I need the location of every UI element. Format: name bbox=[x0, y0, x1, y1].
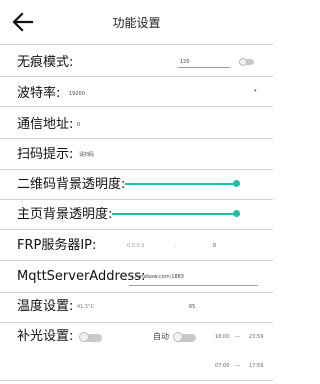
divider bbox=[0, 380, 273, 381]
frp-port-input[interactable]: 0 bbox=[213, 243, 216, 250]
divider bbox=[0, 138, 273, 139]
traceless-mode-input[interactable]: 120 bbox=[180, 59, 190, 66]
temperature-label: 温度设置: bbox=[17, 299, 74, 314]
mqtt-input-underline bbox=[129, 285, 258, 286]
divider bbox=[0, 44, 273, 45]
auto-label: 自动 bbox=[153, 332, 169, 341]
fill-time-start-1[interactable]: 18:00 bbox=[215, 334, 229, 341]
fill-time-end-1[interactable]: 23:59 bbox=[249, 334, 263, 341]
baud-rate-label: 波特率: bbox=[17, 86, 61, 101]
time-dash: — bbox=[235, 363, 240, 369]
qr-bg-opacity-slider[interactable] bbox=[125, 183, 240, 185]
comm-address-label: 通信地址: bbox=[17, 117, 74, 132]
scan-tip-label: 扫码提示: bbox=[17, 147, 74, 162]
temperature-input[interactable]: 65 bbox=[189, 304, 195, 311]
traceless-input-underline bbox=[178, 67, 230, 68]
mqtt-server-address-input[interactable]: s.hafafasw.com:1883 bbox=[131, 274, 184, 281]
qr-bg-opacity-label: 二维码背景透明度: bbox=[17, 177, 126, 192]
fill-time-end-2[interactable]: 17:59 bbox=[249, 363, 263, 370]
mqtt-server-address-label: MqttServerAddress: bbox=[17, 269, 146, 284]
toggle-knob bbox=[239, 58, 247, 66]
fill-light-toggle[interactable] bbox=[79, 332, 102, 342]
home-bg-opacity-slider[interactable] bbox=[112, 213, 240, 215]
frp-server-ip-input[interactable]: 0.0.0.0 bbox=[127, 243, 145, 250]
traceless-mode-label: 无痕模式: bbox=[17, 55, 74, 70]
home-bg-opacity-thumb[interactable] bbox=[232, 210, 240, 217]
divider bbox=[0, 106, 273, 107]
frp-server-ip-label: FRP服务器IP: bbox=[17, 238, 97, 253]
fill-light-label: 补光设置: bbox=[17, 329, 74, 344]
divider bbox=[0, 229, 273, 230]
toggle-knob bbox=[173, 332, 183, 342]
divider bbox=[0, 260, 273, 261]
frp-colon: : bbox=[175, 243, 177, 249]
time-dash: — bbox=[235, 334, 240, 340]
toggle-knob bbox=[79, 332, 89, 342]
comm-address-input[interactable]: 0 bbox=[77, 122, 80, 129]
auto-toggle[interactable] bbox=[173, 332, 196, 342]
fill-time-start-2[interactable]: 07:00 bbox=[215, 363, 229, 370]
divider bbox=[0, 199, 273, 200]
divider bbox=[0, 169, 273, 170]
divider bbox=[0, 322, 273, 323]
baud-rate-select[interactable]: 19200 bbox=[69, 91, 85, 98]
divider bbox=[0, 292, 273, 293]
qr-bg-opacity-thumb[interactable] bbox=[233, 180, 241, 187]
temperature-reading: 41.5°C bbox=[77, 304, 95, 310]
scan-tip-input[interactable]: 请扫码 bbox=[79, 152, 94, 159]
traceless-toggle[interactable] bbox=[239, 58, 254, 66]
dropdown-arrow-icon[interactable]: ▾ bbox=[254, 88, 257, 94]
divider bbox=[0, 76, 273, 77]
app-header: 功能设置 bbox=[0, 0, 273, 44]
home-bg-opacity-label: 主页背景透明度: bbox=[17, 207, 113, 222]
page-title: 功能设置 bbox=[112, 16, 161, 30]
